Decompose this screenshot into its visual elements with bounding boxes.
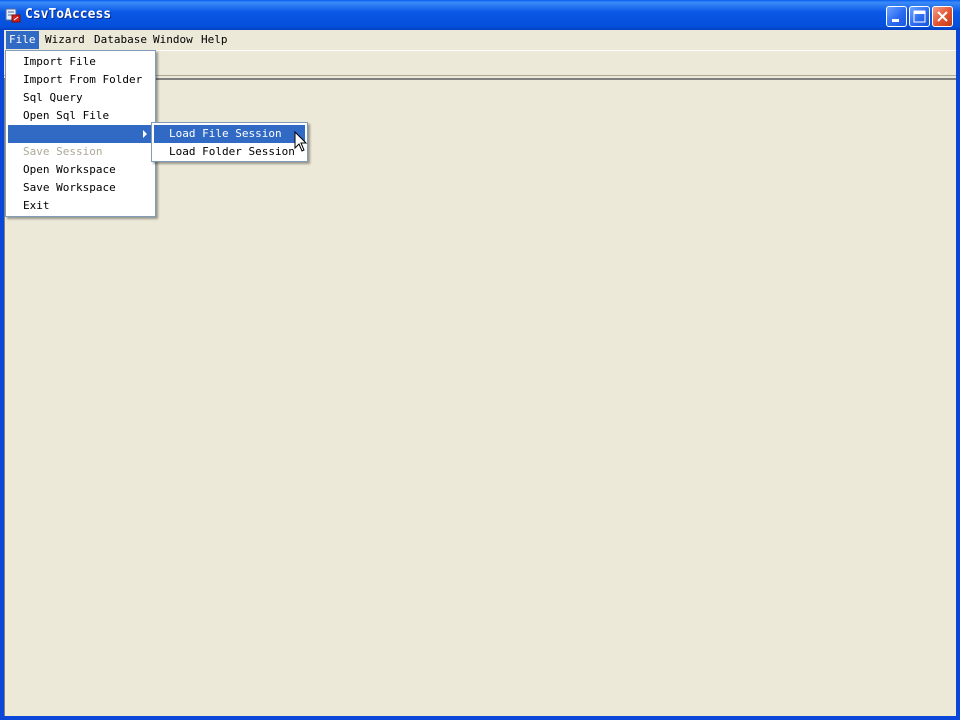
menu-item-import-file[interactable]: Import File: [8, 53, 153, 71]
close-icon: [937, 11, 948, 22]
menu-item-load-file-session[interactable]: Load File Session: [154, 125, 305, 143]
close-button[interactable]: [932, 6, 953, 27]
maximize-button[interactable]: [909, 6, 930, 27]
menu-wizard[interactable]: Wizard: [42, 31, 88, 49]
menu-item-sql-query[interactable]: Sql Query: [8, 89, 153, 107]
menu-item-import-from-folder[interactable]: Import From Folder: [8, 71, 153, 89]
menu-item-exit[interactable]: Exit: [8, 197, 153, 215]
mouse-cursor-icon: [294, 131, 308, 152]
menu-file[interactable]: File: [6, 31, 39, 49]
submenu-arrow-icon: [143, 130, 147, 138]
minimize-icon: [892, 19, 899, 22]
title-bar[interactable]: CsvToAccess: [0, 0, 960, 30]
csv-app-icon[interactable]: [5, 7, 21, 23]
window-title: CsvToAccess: [25, 7, 112, 22]
load-session-submenu: Load File Session Load Folder Session: [151, 122, 308, 162]
menu-item-save-session: Save Session: [23, 145, 103, 158]
minimize-button[interactable]: [886, 6, 907, 27]
app-window: CsvToAccess File Wizard Database Window: [0, 0, 960, 720]
menu-window[interactable]: Window: [150, 31, 196, 49]
menu-item-open-sql-file[interactable]: Open Sql File: [8, 107, 153, 125]
file-menu-dropdown: Import File Import From Folder Sql Query…: [5, 50, 156, 217]
menu-help[interactable]: Help: [198, 31, 231, 49]
menu-item-load-session[interactable]: Load Session: [8, 125, 153, 158]
menu-item-open-workspace[interactable]: Open Workspace: [8, 161, 153, 179]
menu-item-save-workspace[interactable]: Save Workspace: [8, 179, 153, 197]
maximize-icon: [913, 10, 926, 23]
menu-bar: File Wizard Database Window Help: [4, 30, 956, 50]
menu-item-load-folder-session[interactable]: Load Folder Session: [154, 143, 305, 161]
menu-database[interactable]: Database: [91, 31, 150, 49]
